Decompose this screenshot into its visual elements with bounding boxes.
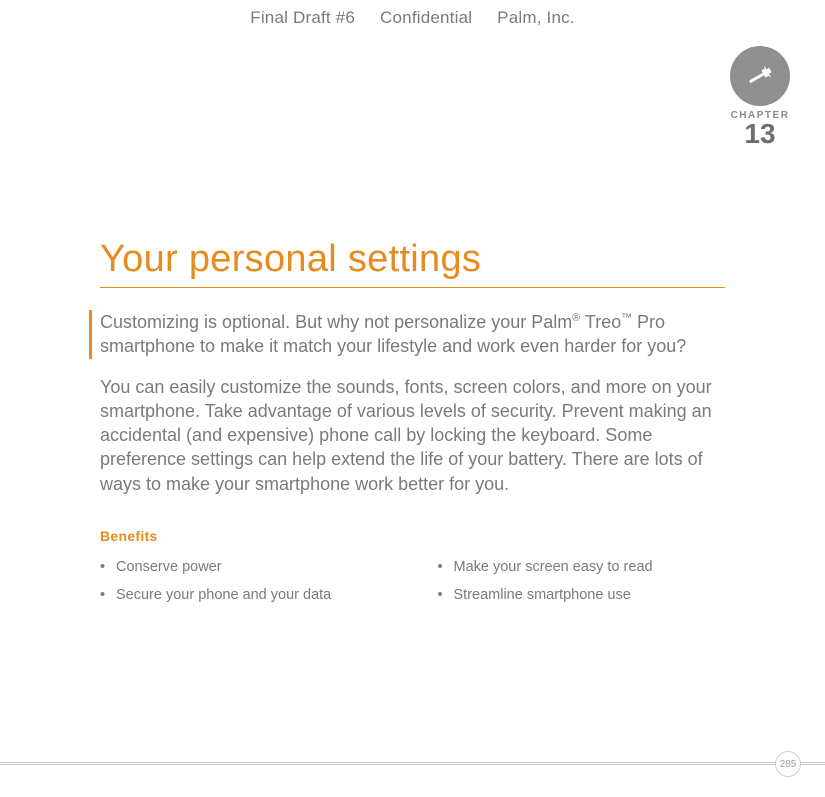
intro-paragraph-1: Customizing is optional. But why not per… (89, 310, 725, 359)
benefits-column-1: Conserve power Secure your phone and you… (100, 554, 388, 609)
intro-paragraph-2: You can easily customize the sounds, fon… (100, 375, 725, 496)
chapter-title: Your personal settings (100, 238, 725, 288)
registered-symbol: ® (572, 312, 580, 324)
footer-rule (0, 762, 825, 765)
chapter-number: 13 (725, 120, 795, 148)
confidential-label: Confidential (380, 8, 472, 27)
benefit-item: Streamline smartphone use (438, 582, 726, 610)
wrench-icon (730, 46, 790, 106)
intro-block: Customizing is optional. But why not per… (100, 310, 725, 496)
benefit-item: Make your screen easy to read (438, 554, 726, 582)
document-header: Final Draft #6 Confidential Palm, Inc. (0, 0, 825, 28)
page-content: Your personal settings Customizing is op… (0, 238, 825, 609)
draft-label: Final Draft #6 (250, 8, 355, 27)
benefits-column-2: Make your screen easy to read Streamline… (438, 554, 726, 609)
benefit-item: Secure your phone and your data (100, 582, 388, 610)
page-number: 285 (775, 751, 801, 777)
benefit-item: Conserve power (100, 554, 388, 582)
intro-text: Customizing is optional. But why not per… (100, 312, 572, 332)
benefits-heading: Benefits (100, 528, 725, 544)
company-label: Palm, Inc. (497, 8, 575, 27)
trademark-symbol: ™ (621, 312, 632, 324)
intro-text: Treo (580, 312, 621, 332)
chapter-badge: CHAPTER 13 (725, 46, 795, 148)
benefits-columns: Conserve power Secure your phone and you… (100, 554, 725, 609)
